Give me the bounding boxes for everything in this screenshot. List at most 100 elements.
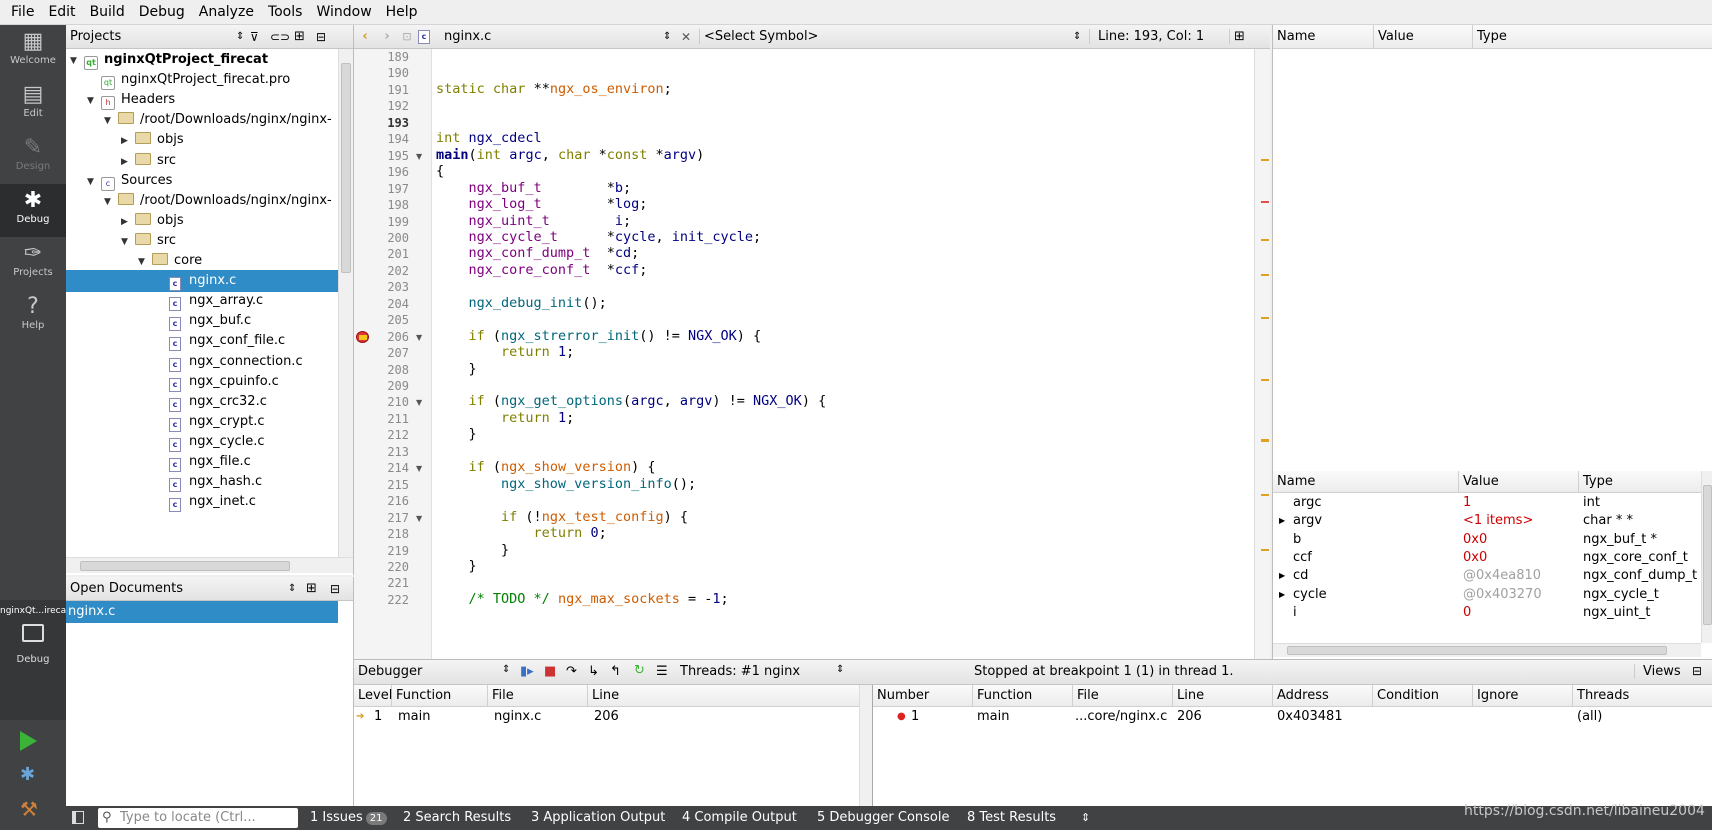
menu-analyze[interactable]: Analyze — [192, 4, 261, 20]
tree-hscrollbar[interactable] — [66, 557, 353, 573]
local-variable-row[interactable]: ▶ cycle @0x403270 ngx_cycle_t — [1273, 585, 1703, 605]
tree-item[interactable]: ▼ core — [66, 250, 338, 272]
mode-design[interactable]: ✎ Design — [0, 131, 66, 184]
bp-col-function[interactable]: Function — [973, 685, 1073, 707]
split-icon[interactable]: ⊞ — [1229, 29, 1249, 44]
stack-col-function[interactable]: Function — [392, 685, 488, 707]
tree-item[interactable]: c ngx_cpuinfo.c — [66, 371, 338, 393]
chevron-updown-icon[interactable]: ⇕ — [663, 31, 681, 42]
split-icon[interactable]: ⊞ — [306, 581, 330, 596]
tree-item[interactable]: c ngx_crc32.c — [66, 391, 338, 413]
code-line[interactable]: return 1; — [436, 410, 574, 426]
tree-item[interactable]: ▼ src — [66, 230, 338, 252]
chevron-updown-icon[interactable]: ⇕ — [236, 31, 250, 42]
chevron-updown-icon[interactable]: ⇕ — [836, 664, 844, 675]
tree-item[interactable]: ▶ objs — [66, 210, 338, 232]
tree-item[interactable]: c ngx_conf_file.c — [66, 330, 338, 352]
tree-item[interactable]: ▶ src — [66, 150, 338, 172]
tree-item[interactable]: c ngx_cycle.c — [66, 431, 338, 453]
tree-item[interactable]: ▶ objs — [66, 129, 338, 151]
editor-vscrollbar[interactable] — [1254, 49, 1270, 659]
code-line[interactable]: ngx_conf_dump_t *cd; — [436, 245, 640, 261]
step-out-icon[interactable]: ↰ — [610, 664, 621, 679]
locals-col-value[interactable]: Value — [1459, 471, 1579, 493]
tree-item[interactable]: c nginx.c — [66, 270, 338, 293]
views-button[interactable]: Views — [1634, 664, 1681, 679]
stack-row[interactable]: ➔ 1 main nginx.c 206 — [354, 707, 872, 727]
bp-col-condition[interactable]: Condition — [1373, 685, 1473, 707]
output-tab[interactable]: 1 Issues 21 — [310, 806, 387, 830]
tree-item[interactable]: c ngx_hash.c — [66, 471, 338, 493]
continue-icon[interactable]: ▮▸ — [520, 664, 534, 679]
stack-col-file[interactable]: File — [488, 685, 588, 707]
tree-item[interactable]: ▼/root/Downloads/nginx/nginx- — [66, 109, 338, 131]
close-pane-icon[interactable]: ⊟ — [1692, 664, 1702, 678]
run-button[interactable] — [20, 731, 37, 751]
code-line[interactable]: return 1; — [436, 344, 574, 360]
watch-col-value[interactable]: Value — [1374, 25, 1473, 49]
chevron-updown-icon[interactable]: ⇕ — [1073, 31, 1089, 42]
start-debugging-button[interactable]: ✱ — [20, 765, 40, 785]
link-icon[interactable]: ⊂⊃ — [270, 30, 294, 44]
code-line[interactable]: ngx_log_t *log; — [436, 196, 648, 212]
bp-col-threads[interactable]: Threads — [1573, 685, 1712, 707]
tree-item[interactable]: c ngx_connection.c — [66, 351, 338, 373]
code-line[interactable]: ngx_uint_t i; — [436, 213, 632, 229]
collapsed-arrow-icon[interactable]: ▶ — [1279, 511, 1285, 531]
split-icon[interactable]: ⊞ — [294, 29, 316, 44]
local-variable-row[interactable]: ▶ argv <1 items> char * * — [1273, 511, 1703, 531]
tree-item[interactable]: c ngx_array.c — [66, 290, 338, 312]
toggle-sidebar-icon[interactable] — [72, 811, 84, 824]
menu-help[interactable]: Help — [379, 4, 425, 20]
tree-vscrollbar[interactable] — [338, 49, 353, 557]
menu-debug[interactable]: Debug — [132, 4, 192, 20]
breakpoint-row[interactable]: ● 1 main ...core/nginx.c 206 0x403481 (a… — [873, 707, 1712, 727]
cursor-position[interactable]: Line: 193, Col: 1 — [1089, 29, 1229, 44]
bp-col-address[interactable]: Address — [1273, 685, 1373, 707]
output-tab[interactable]: 3 Application Output — [531, 806, 665, 830]
mode-debug[interactable]: ✱ Debug — [0, 184, 66, 237]
chevron-updown-icon[interactable]: ⇕ — [1081, 806, 1090, 830]
local-variable-row[interactable]: i 0 ngx_uint_t — [1273, 603, 1703, 623]
code-line[interactable]: int ngx_cdecl — [436, 130, 542, 146]
code-line[interactable]: static char **ngx_os_environ; — [436, 81, 672, 97]
tree-item[interactable]: c ngx_file.c — [66, 451, 338, 473]
local-variable-row[interactable]: ▶ cd @0x4ea810 ngx_conf_dump_t — [1273, 566, 1703, 586]
code-line[interactable]: return 0; — [436, 525, 607, 541]
step-over-icon[interactable]: ↷ — [566, 664, 577, 679]
watch-col-name[interactable]: Name — [1273, 25, 1374, 49]
tree-item[interactable]: c ngx_crypt.c — [66, 411, 338, 433]
filter-icon[interactable]: ⊽ — [250, 30, 270, 44]
local-variable-row[interactable]: b 0x0 ngx_buf_t * — [1273, 530, 1703, 550]
tree-item[interactable]: c ngx_buf.c — [66, 310, 338, 332]
stack-vscrollbar[interactable] — [859, 685, 872, 806]
close-pane-icon[interactable]: ⊟ — [330, 582, 348, 596]
output-tab[interactable]: 4 Compile Output — [682, 806, 797, 830]
output-tab[interactable]: 2 Search Results — [403, 806, 511, 830]
mode-edit[interactable]: ▤ Edit — [0, 78, 66, 131]
code-area[interactable]: static char **ngx_os_environ;int ngx_cde… — [354, 49, 1254, 659]
bp-col-ignore[interactable]: Ignore — [1473, 685, 1573, 707]
locals-col-name[interactable]: Name — [1273, 471, 1459, 493]
threads-selector[interactable]: Threads: #1 nginx — [680, 664, 800, 679]
tree-item[interactable]: ▼ h Headers — [66, 89, 338, 111]
local-variable-row[interactable]: ccf 0x0 ngx_core_conf_t — [1273, 548, 1703, 568]
mode-welcome[interactable]: ▦ Welcome — [0, 25, 66, 78]
open-document-item[interactable]: nginx.c — [66, 601, 338, 623]
bp-col-file[interactable]: File — [1073, 685, 1173, 707]
symbol-selector[interactable]: <Select Symbol> — [699, 29, 1073, 44]
collapsed-arrow-icon[interactable]: ▶ — [1279, 566, 1285, 586]
code-line[interactable]: ngx_show_version_info(); — [436, 476, 696, 492]
back-arrow-icon[interactable]: ‹ — [354, 29, 376, 44]
chevron-updown-icon[interactable]: ⇕ — [502, 664, 510, 675]
debugger-label[interactable]: Debugger — [358, 664, 422, 679]
code-line[interactable]: ngx_debug_init(); — [436, 295, 607, 311]
output-tab[interactable]: 5 Debugger Console — [817, 806, 950, 830]
bp-col-number[interactable]: Number — [873, 685, 973, 707]
stack-col-level[interactable]: Level — [354, 685, 392, 707]
close-file-icon[interactable]: ✕ — [681, 30, 699, 44]
locals-vscrollbar[interactable] — [1701, 471, 1712, 643]
instruction-mode-icon[interactable]: ☰ — [656, 664, 668, 679]
restart-icon[interactable]: ↻ — [634, 663, 645, 678]
locals-col-type[interactable]: Type — [1579, 471, 1703, 493]
